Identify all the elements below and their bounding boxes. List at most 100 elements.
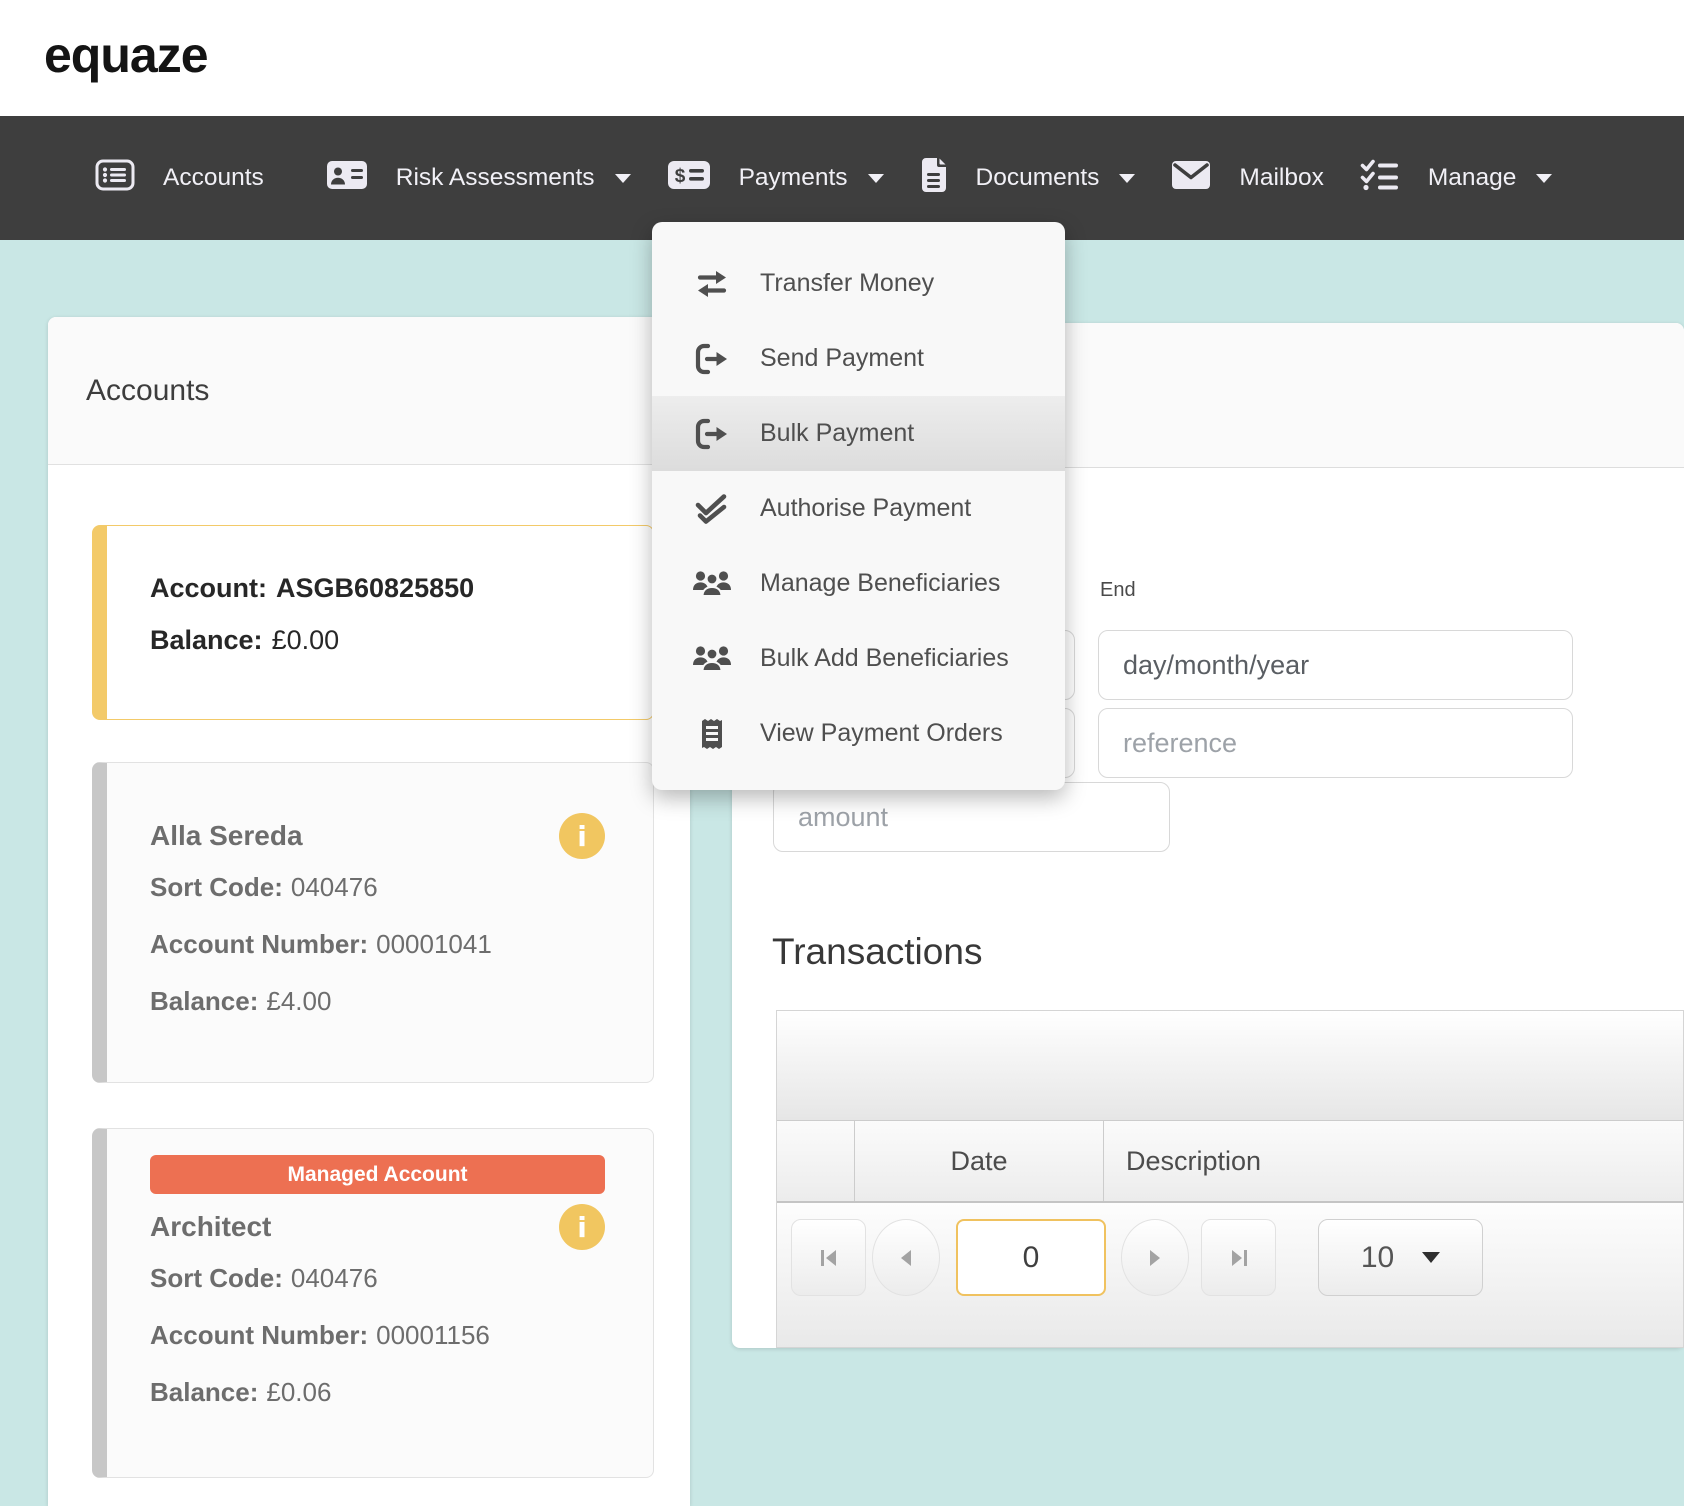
end-date-label: End [1100, 579, 1136, 602]
sort-code-label: Sort Code: [150, 872, 283, 902]
first-page-icon [818, 1247, 840, 1269]
account-label: Account: [150, 573, 267, 603]
payments-dropdown-menu: Transfer Money Send Payment Bulk Payment… [652, 222, 1065, 790]
transactions-table-header: Date Description [777, 1121, 1683, 1203]
reference-filter-input[interactable] [1098, 708, 1573, 778]
menu-item-label: Transfer Money [760, 269, 934, 298]
menu-item-label: Bulk Payment [760, 419, 914, 448]
page-size-select[interactable]: 10 [1318, 1219, 1483, 1296]
managed-account-badge: Managed Account [150, 1155, 605, 1194]
first-page-button[interactable] [791, 1219, 866, 1296]
nav-item-accounts[interactable]: Accounts [95, 159, 264, 198]
receipt-icon [690, 717, 734, 751]
last-page-button[interactable] [1201, 1219, 1276, 1296]
account-card-architect[interactable]: Managed Account Architect i Sort Code: 04… [92, 1128, 654, 1478]
sort-code-value: 040476 [291, 872, 378, 902]
menu-item-manage-beneficiaries[interactable]: Manage Beneficiaries [652, 546, 1065, 621]
transactions-title: Transactions [772, 931, 982, 973]
balance-label: Balance: [150, 1377, 258, 1407]
nav-item-payments[interactable]: $ Payments [667, 160, 884, 197]
nav-item-documents[interactable]: Documents [920, 158, 1136, 199]
top-bar: equaze [0, 0, 1684, 116]
menu-item-label: Bulk Add Beneficiaries [760, 644, 1009, 673]
nav-label: Documents [976, 164, 1100, 192]
page-number-input[interactable] [956, 1219, 1106, 1296]
nav-label: Mailbox [1239, 164, 1323, 192]
balance-label: Balance: [150, 986, 258, 1016]
menu-item-label: View Payment Orders [760, 719, 1003, 748]
nav-label: Payments [739, 164, 848, 192]
menu-item-bulk-add-beneficiaries[interactable]: Bulk Add Beneficiaries [652, 621, 1065, 696]
account-name: Architect [150, 1211, 271, 1243]
menu-item-transfer-money[interactable]: Transfer Money [652, 246, 1065, 321]
accounts-panel-body: Account: ASGB60825850 Balance: £0.00 Alla … [48, 465, 690, 1478]
id-card-icon [326, 159, 368, 198]
svg-text:$: $ [674, 166, 685, 187]
balance-value: £4.00 [266, 986, 331, 1016]
nav-item-mailbox[interactable]: Mailbox [1171, 160, 1323, 197]
menu-item-label: Authorise Payment [760, 494, 971, 523]
transactions-table: Date Description 10 [776, 1010, 1684, 1348]
column-header-date[interactable]: Date [855, 1121, 1104, 1201]
amount-filter-input[interactable] [773, 782, 1170, 852]
accounts-panel: Accounts Account:ASGB60825850 Balance:£0… [48, 317, 690, 1506]
nav-item-risk-assessments[interactable]: Risk Assessments [326, 159, 631, 198]
balance-line: Balance: £4.00 [150, 973, 605, 1030]
chevron-down-icon [1536, 174, 1552, 183]
previous-page-button[interactable] [872, 1219, 940, 1296]
menu-item-authorise-payment[interactable]: Authorise Payment [652, 471, 1065, 546]
list-icon [95, 159, 135, 198]
nav-item-manage[interactable]: Manage [1360, 159, 1553, 198]
info-icon[interactable]: i [559, 1204, 605, 1250]
account-card-alla-sereda[interactable]: Alla Sereda i Sort Code: 040476 Account N… [92, 762, 654, 1083]
balance-label: Balance: [150, 625, 263, 655]
sort-code-label: Sort Code: [150, 1263, 283, 1293]
menu-item-send-payment[interactable]: Send Payment [652, 321, 1065, 396]
account-name: Alla Sereda [150, 820, 303, 852]
account-number-line: Account Number: 00001041 [150, 916, 605, 973]
column-header-description[interactable]: Description [1104, 1121, 1683, 1201]
next-page-icon [1145, 1247, 1165, 1269]
money-check-icon: $ [667, 160, 711, 197]
logo[interactable]: equaze [44, 26, 208, 84]
next-page-button[interactable] [1121, 1219, 1189, 1296]
balance-line: Balance: £0.06 [150, 1364, 605, 1421]
users-icon [690, 643, 734, 675]
envelope-icon [1171, 160, 1211, 197]
sort-code-value: 040476 [291, 1263, 378, 1293]
menu-item-label: Send Payment [760, 344, 924, 373]
balance-value: £0.06 [266, 1377, 331, 1407]
pagination-bar: 10 [777, 1203, 1683, 1347]
account-balance-line: Balance: £0.00 [150, 614, 605, 666]
sort-code-line: Sort Code: 040476 [150, 1250, 605, 1307]
menu-item-bulk-payment[interactable]: Bulk Payment [652, 396, 1065, 471]
account-number-line: Account: ASGB60825850 [150, 562, 605, 614]
account-number-value: 00001041 [376, 929, 492, 959]
send-payment-icon [690, 418, 734, 450]
account-value: ASGB60825850 [276, 573, 474, 603]
transactions-toolbar [777, 1011, 1683, 1121]
info-icon[interactable]: i [559, 813, 605, 859]
double-check-icon [690, 494, 734, 524]
page-size-value: 10 [1361, 1241, 1394, 1275]
users-icon [690, 568, 734, 600]
menu-item-label: Manage Beneficiaries [760, 569, 1000, 598]
column-header-blank [777, 1121, 855, 1201]
end-date-input[interactable] [1098, 630, 1573, 700]
transfer-icon [690, 269, 734, 299]
account-number-label: Account Number: [150, 929, 368, 959]
balance-value: £0.00 [272, 625, 340, 655]
list-check-icon [1360, 159, 1400, 198]
last-page-icon [1228, 1247, 1250, 1269]
account-number-value: 00001156 [376, 1320, 490, 1350]
account-card-primary[interactable]: Account: ASGB60825850 Balance: £0.00 [92, 525, 654, 720]
chevron-down-icon [868, 174, 884, 183]
file-icon [920, 158, 948, 199]
chevron-down-icon [1422, 1252, 1440, 1263]
chevron-down-icon [1119, 174, 1135, 183]
menu-item-view-payment-orders[interactable]: View Payment Orders [652, 696, 1065, 771]
sort-code-line: Sort Code: 040476 [150, 859, 605, 916]
send-payment-icon [690, 343, 734, 375]
account-number-line: Account Number:00001156 [150, 1307, 605, 1364]
nav-label: Accounts [163, 164, 264, 192]
